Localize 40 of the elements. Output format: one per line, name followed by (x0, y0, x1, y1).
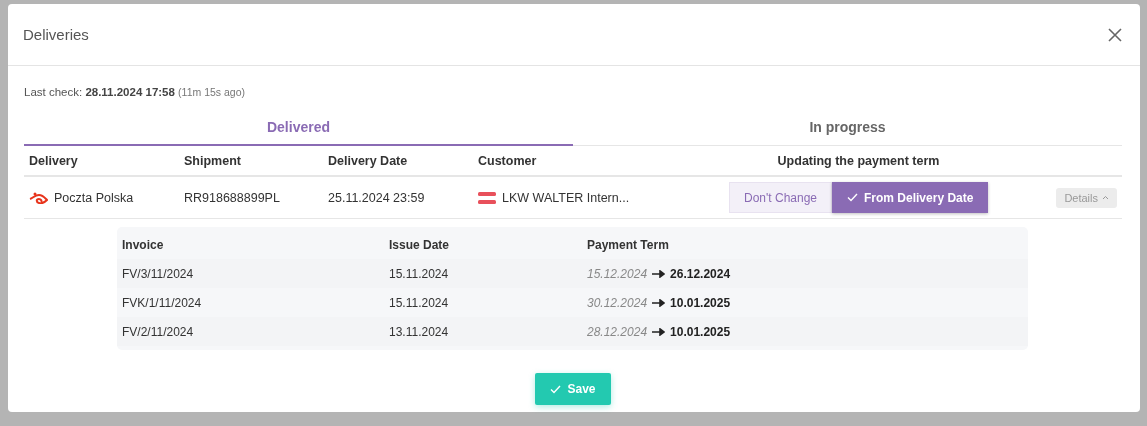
chevron-icon (1102, 195, 1109, 200)
customer-name: LKW WALTER Intern... (502, 190, 630, 205)
column-header: Updating the payment term (776, 153, 941, 168)
close-button[interactable] (1106, 25, 1124, 44)
tab[interactable]: In progress (573, 110, 1122, 146)
old-payment-term: 28.12.2024 (587, 324, 648, 339)
new-payment-term: 10.01.2025 (670, 295, 731, 310)
old-payment-term: 30.12.2024 (587, 295, 648, 310)
column-header: Delivery Date (327, 153, 409, 168)
arrow-icon (652, 269, 666, 278)
column-header: Invoice (122, 237, 165, 252)
column-header: Issue Date (389, 237, 451, 252)
issue-date: 15.11.2024 (389, 266, 450, 281)
invoice-number: FVK/1/11/2024 (122, 295, 203, 310)
issue-date: 15.11.2024 (389, 295, 450, 310)
column-header: Shipment (183, 153, 242, 168)
check-icon (550, 384, 562, 394)
payment-term-option[interactable]: From Delivery Date (832, 182, 989, 213)
last-check-text: Last check: 28.11.2024 17:58 (11m 15s ago) (24, 86, 247, 98)
invoice-number: FV/3/11/2024 (122, 266, 195, 281)
tab[interactable]: Delivered (24, 110, 573, 146)
post-horn-icon (29, 191, 48, 204)
invoice-number: FV/2/11/2024 (122, 324, 195, 339)
carrier-name: Poczta Polska (54, 190, 134, 205)
arrow-icon (652, 298, 666, 307)
details-button[interactable]: Details (1056, 187, 1117, 208)
column-header: Payment Term (587, 237, 670, 252)
check-icon (847, 193, 858, 202)
shipment-number: RR918688899PL (184, 190, 280, 205)
payment-term-option[interactable]: Don't Change (729, 182, 832, 213)
arrow-icon (652, 327, 666, 336)
issue-date: 13.11.2024 (389, 324, 450, 339)
old-payment-term: 15.12.2024 (587, 266, 648, 281)
delivery-date: 25.11.2024 23:59 (328, 190, 425, 205)
flag-icon (478, 191, 496, 204)
new-payment-term: 10.01.2025 (670, 324, 731, 339)
column-header: Delivery (28, 153, 79, 168)
new-payment-term: 26.12.2024 (670, 266, 731, 281)
column-header: Customer (477, 153, 538, 168)
dialog-title: Deliveries (23, 26, 89, 43)
